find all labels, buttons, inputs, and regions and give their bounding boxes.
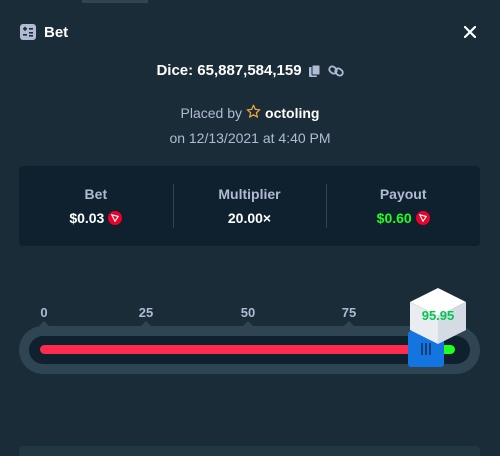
stat-multiplier-label: Multiplier [218,186,281,202]
tron-coin-icon [415,211,430,225]
tron-coin-icon [108,211,123,225]
stat-payout-value-wrap: $0.60 [377,210,430,226]
copy-icon[interactable] [308,64,322,78]
stat-bet-label: Bet [84,186,108,202]
placed-by-row: Placed by octoling [0,104,500,122]
placed-by-label: Placed by [180,105,243,121]
slider-lose-range [40,345,420,354]
tick-label-50: 50 [240,305,256,320]
modal-title: Bet [44,23,69,41]
link-icon[interactable] [327,64,344,78]
close-button[interactable] [460,22,480,42]
modal-header: Bet [20,20,480,44]
bet-slip-icon [20,24,36,40]
result-value: 95.95 [421,308,455,323]
stat-payout: Payout $0.60 [326,166,480,246]
bet-stats-panel: Bet $0.03 Multiplier 20.00× Payout $0.60 [19,166,480,246]
username-link[interactable]: octoling [265,105,319,121]
tick-label-0: 0 [40,305,48,320]
top-accent-bar [82,0,148,3]
stat-bet-value: $0.03 [69,210,105,226]
close-icon [464,26,476,38]
star-icon [246,104,261,122]
modal-title-wrap: Bet [20,24,68,41]
seeds-panel [19,446,480,456]
stat-multiplier-value: 20.00× [227,210,272,226]
game-id-row: Dice: 65,887,584,159 [0,62,500,79]
stat-bet: Bet $0.03 [19,166,173,246]
stat-bet-value-wrap: $0.03 [69,210,123,226]
stat-payout-value: $0.60 [376,210,412,226]
stat-payout-label: Payout [379,186,427,202]
stat-multiplier: Multiplier 20.00× [172,166,327,246]
game-id-label: Dice: 65,887,584,159 [156,62,302,79]
placed-date: on 12/13/2021 at 4:40 PM [169,130,331,146]
tick-label-75: 75 [341,305,357,320]
tick-label-25: 25 [138,305,154,320]
